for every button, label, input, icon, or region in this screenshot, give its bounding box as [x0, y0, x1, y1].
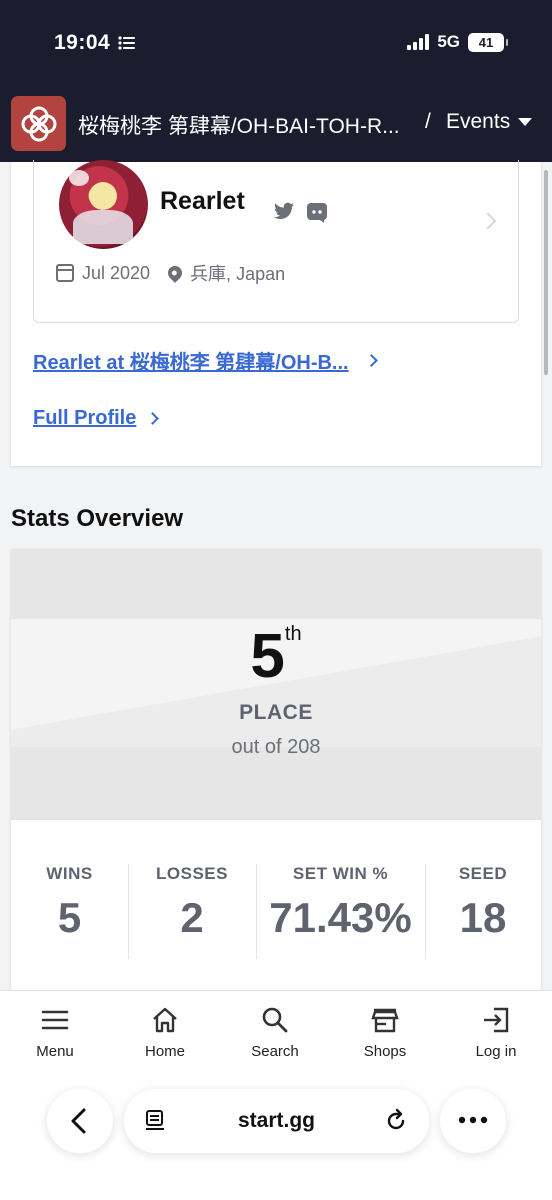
stat-value: 2	[180, 894, 204, 941]
calendar-icon	[56, 264, 74, 282]
team-link[interactable]: Rearlet at 桜梅桃李 第肆幕/OH-B...	[33, 346, 378, 375]
joined-date: Jul 2020	[82, 262, 151, 283]
org-logo[interactable]	[11, 96, 66, 151]
nav-label: Home	[144, 1043, 185, 1060]
battery-level: 41	[478, 34, 494, 50]
back-button[interactable]	[47, 1089, 113, 1153]
stats-row: WINS 5 LOSSES 2 SET WIN % 71.43% SEED 18	[11, 819, 541, 994]
stat-label: SEED	[458, 864, 508, 883]
placement-panel: 5th PLACE out of 208	[11, 549, 541, 819]
full-profile-link[interactable]: Full Profile	[33, 407, 160, 430]
team-link-text: Rearlet at 桜梅桃李 第肆幕/OH-B...	[33, 352, 349, 374]
nav-label: Menu	[36, 1043, 74, 1060]
discord-icon[interactable]	[306, 202, 328, 224]
stat-label: WINS	[46, 864, 93, 883]
avatar	[59, 160, 148, 249]
twitter-icon[interactable]	[274, 202, 294, 220]
events-dropdown[interactable]: Events	[446, 110, 533, 134]
login-icon	[484, 1007, 509, 1033]
list-icon	[118, 36, 136, 50]
reload-icon[interactable]	[383, 1108, 409, 1134]
stat-losses: LOSSES 2	[128, 864, 256, 959]
stat-label: LOSSES	[156, 864, 228, 883]
time-text: 19:04	[54, 31, 111, 54]
shop-icon	[371, 1008, 399, 1033]
caret-down-icon	[518, 118, 533, 126]
status-indicators: 5G 41	[407, 32, 508, 52]
battery-icon: 41	[468, 32, 508, 52]
stats-card: 5th PLACE out of 208 WINS 5 LOSSES 2 SET…	[11, 549, 541, 994]
nav-label: Log in	[475, 1043, 517, 1060]
search-icon	[262, 1007, 288, 1033]
chevron-right-icon	[479, 212, 497, 230]
stat-wins: WINS 5	[11, 864, 128, 959]
stat-label: SET WIN %	[292, 864, 389, 883]
chevron-right-icon	[146, 412, 160, 425]
placement-total: out of 208	[231, 736, 321, 758]
full-profile-text: Full Profile	[33, 407, 137, 429]
network-type: 5G	[437, 32, 460, 51]
section-title: Stats Overview	[11, 505, 184, 532]
status-time: 19:04	[54, 31, 136, 55]
player-card[interactable]: Rearlet Jul 2020 兵庫, Japan	[33, 160, 519, 323]
placement-label: PLACE	[239, 701, 313, 724]
chevron-right-icon	[364, 354, 378, 367]
menu-icon	[41, 1010, 69, 1030]
stat-value: 71.43%	[269, 894, 412, 941]
knot-logo-icon	[21, 106, 56, 141]
signal-icon	[407, 34, 430, 50]
nav-label: Shops	[363, 1043, 407, 1060]
stat-value: 18	[459, 894, 507, 941]
events-label: Events	[446, 110, 511, 133]
player-name: Rearlet	[160, 187, 245, 215]
scrollbar[interactable]	[544, 170, 548, 375]
breadcrumb-separator: /	[425, 110, 431, 133]
stat-set-win-pct: SET WIN % 71.43%	[256, 864, 425, 959]
nav-shops[interactable]: Shops	[340, 1005, 430, 1060]
nav-menu[interactable]: Menu	[10, 1005, 100, 1060]
stat-value: 5	[57, 894, 82, 941]
nav-search[interactable]: Search	[230, 1005, 320, 1060]
profile-card: Rearlet Jul 2020 兵庫, Japan Rearlet at 桜梅…	[11, 160, 541, 466]
home-icon	[153, 1007, 177, 1033]
stat-seed: SEED 18	[425, 864, 541, 959]
placement-number: 5th	[11, 621, 541, 692]
more-button[interactable]	[440, 1089, 506, 1153]
top-header: 19:04 5G 41 桜梅桃李 第肆幕/OH-BAI-TOH-R... / E…	[0, 0, 552, 162]
chevron-left-icon	[71, 1108, 86, 1134]
place-suffix: th	[284, 623, 302, 645]
org-title[interactable]: 桜梅桃李 第肆幕/OH-BAI-TOH-R...	[78, 110, 413, 140]
nav-login[interactable]: Log in	[451, 1005, 541, 1060]
place-number-value: 5	[250, 622, 285, 691]
nav-label: Search	[251, 1043, 299, 1060]
nav-home[interactable]: Home	[120, 1005, 210, 1060]
player-meta: Jul 2020 兵庫, Japan	[56, 260, 285, 286]
location-text: 兵庫, Japan	[190, 264, 286, 284]
more-icon	[458, 1116, 488, 1124]
address-bar[interactable]: start.gg	[124, 1089, 429, 1153]
location-pin-icon	[165, 263, 185, 283]
